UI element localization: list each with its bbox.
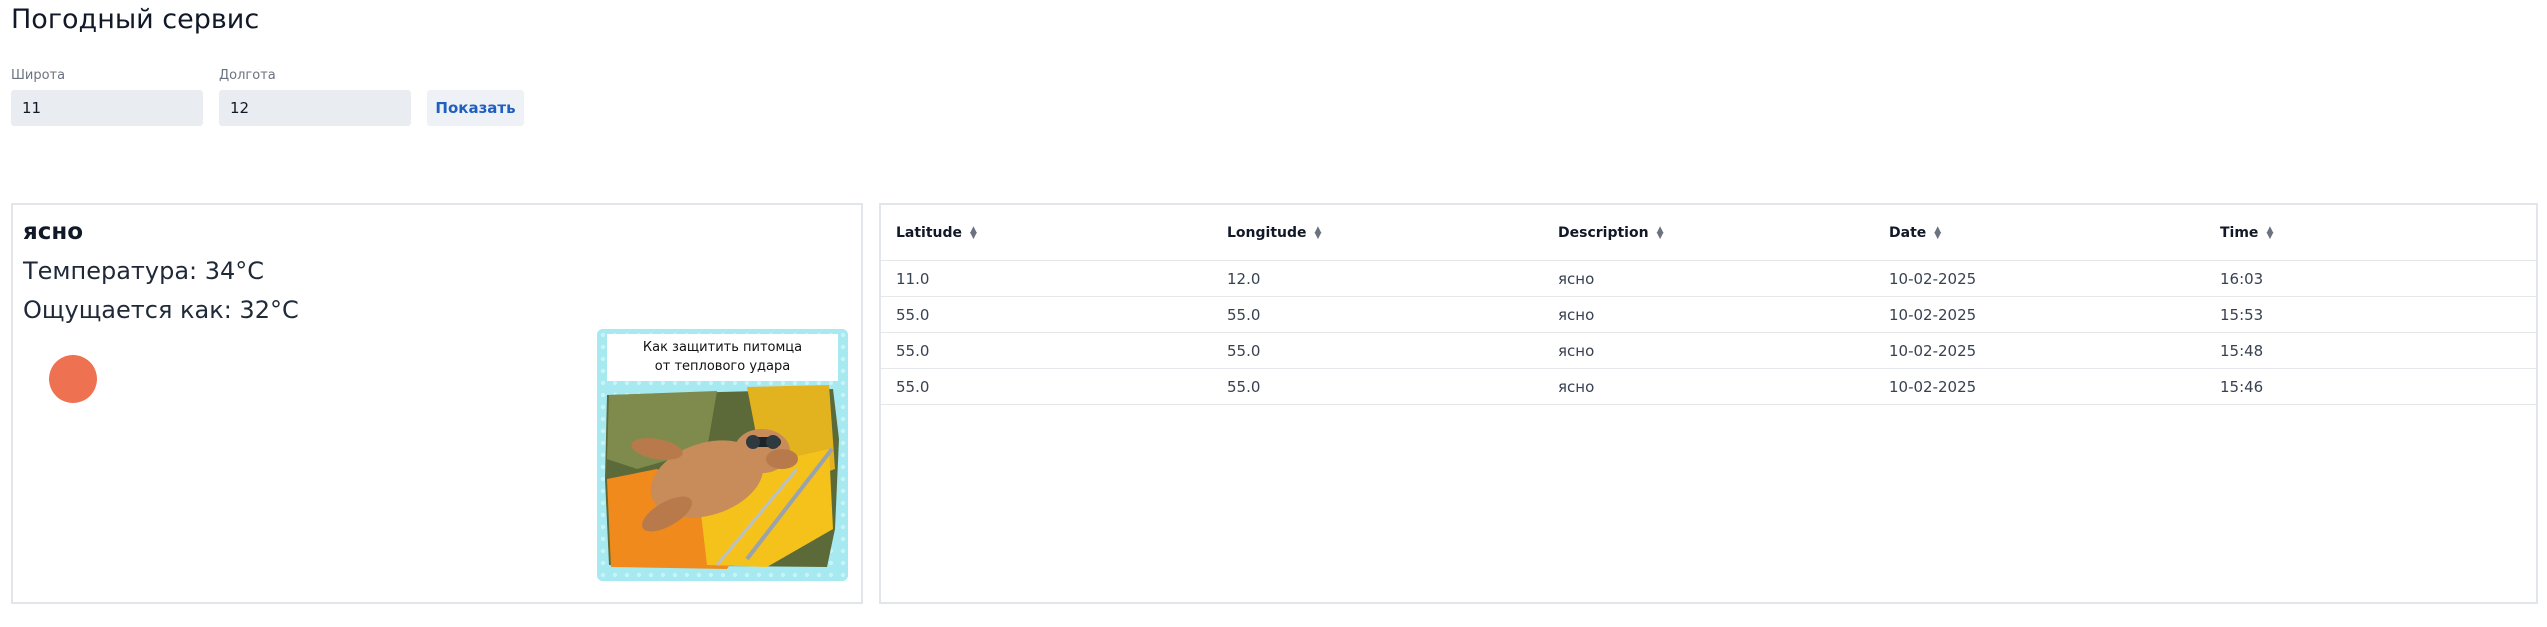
show-button[interactable]: Показать xyxy=(427,90,524,126)
cell-date: 10-02-2025 xyxy=(1874,260,2205,297)
column-header-time[interactable]: Time ▲ ▼ xyxy=(2205,205,2536,261)
cell-latitude: 55.0 xyxy=(881,296,1212,333)
table-row: 11.0 12.0 ясно 10-02-2025 16:03 xyxy=(881,260,2536,297)
sort-icon[interactable]: ▲ ▼ xyxy=(1934,225,1941,240)
history-table: Latitude ▲ ▼ Longitude ▲ ▼ Description ▲ ▼ Dat… xyxy=(881,205,2536,405)
promo-line-2: от теплового удара xyxy=(654,359,791,374)
cell-longitude: 55.0 xyxy=(1212,332,1543,369)
cell-date: 10-02-2025 xyxy=(1874,368,2205,405)
cell-latitude: 55.0 xyxy=(881,368,1212,405)
pet-heat-promo-image: Как защитить питомца от теплового удара xyxy=(597,329,848,581)
sort-icon[interactable]: ▲ ▼ xyxy=(1315,225,1322,240)
table-header-row: Latitude ▲ ▼ Longitude ▲ ▼ Description ▲ ▼ Dat… xyxy=(881,205,2536,261)
cell-latitude: 55.0 xyxy=(881,332,1212,369)
temperature-text: Температура: 34°C xyxy=(23,257,265,285)
table-row: 55.0 55.0 ясно 10-02-2025 15:48 xyxy=(881,332,2536,369)
latitude-input[interactable] xyxy=(11,90,203,126)
cell-description: ясно xyxy=(1543,368,1874,405)
table-row: 55.0 55.0 ясно 10-02-2025 15:46 xyxy=(881,368,2536,405)
page-title: Погодный сервис xyxy=(11,4,260,35)
cell-date: 10-02-2025 xyxy=(1874,332,2205,369)
sort-icon[interactable]: ▲ ▼ xyxy=(970,225,977,240)
longitude-input[interactable] xyxy=(219,90,411,126)
cell-latitude: 11.0 xyxy=(881,260,1212,297)
cell-time: 15:46 xyxy=(2205,368,2536,405)
sort-icon[interactable]: ▲ ▼ xyxy=(2266,225,2273,240)
cell-longitude: 12.0 xyxy=(1212,260,1543,297)
cell-time: 15:53 xyxy=(2205,296,2536,333)
column-header-longitude[interactable]: Longitude ▲ ▼ xyxy=(1212,205,1543,261)
cell-date: 10-02-2025 xyxy=(1874,296,2205,333)
history-table-card: Latitude ▲ ▼ Longitude ▲ ▼ Description ▲ ▼ Dat… xyxy=(879,203,2538,604)
column-header-latitude[interactable]: Latitude ▲ ▼ xyxy=(881,205,1212,261)
cell-time: 16:03 xyxy=(2205,260,2536,297)
column-header-date[interactable]: Date ▲ ▼ xyxy=(1874,205,2205,261)
table-row: 55.0 55.0 ясно 10-02-2025 15:53 xyxy=(881,296,2536,333)
promo-caption: Как защитить питомца от теплового удара xyxy=(607,334,838,381)
sort-icon[interactable]: ▲ ▼ xyxy=(1657,225,1664,240)
column-header-description[interactable]: Description ▲ ▼ xyxy=(1543,205,1874,261)
sun-icon xyxy=(49,355,97,403)
cell-longitude: 55.0 xyxy=(1212,368,1543,405)
longitude-label: Долгота xyxy=(219,68,276,83)
cell-description: ясно xyxy=(1543,296,1874,333)
latitude-label: Широта xyxy=(11,68,66,83)
weather-description: ясно xyxy=(23,219,84,245)
promo-line-1: Как защитить питомца xyxy=(642,340,803,355)
feels-like-text: Ощущается как: 32°C xyxy=(23,296,299,324)
cell-description: ясно xyxy=(1543,260,1874,297)
weather-card: ясно Температура: 34°C Ощущается как: 32… xyxy=(11,203,863,604)
cell-longitude: 55.0 xyxy=(1212,296,1543,333)
cell-time: 15:48 xyxy=(2205,332,2536,369)
cell-description: ясно xyxy=(1543,332,1874,369)
